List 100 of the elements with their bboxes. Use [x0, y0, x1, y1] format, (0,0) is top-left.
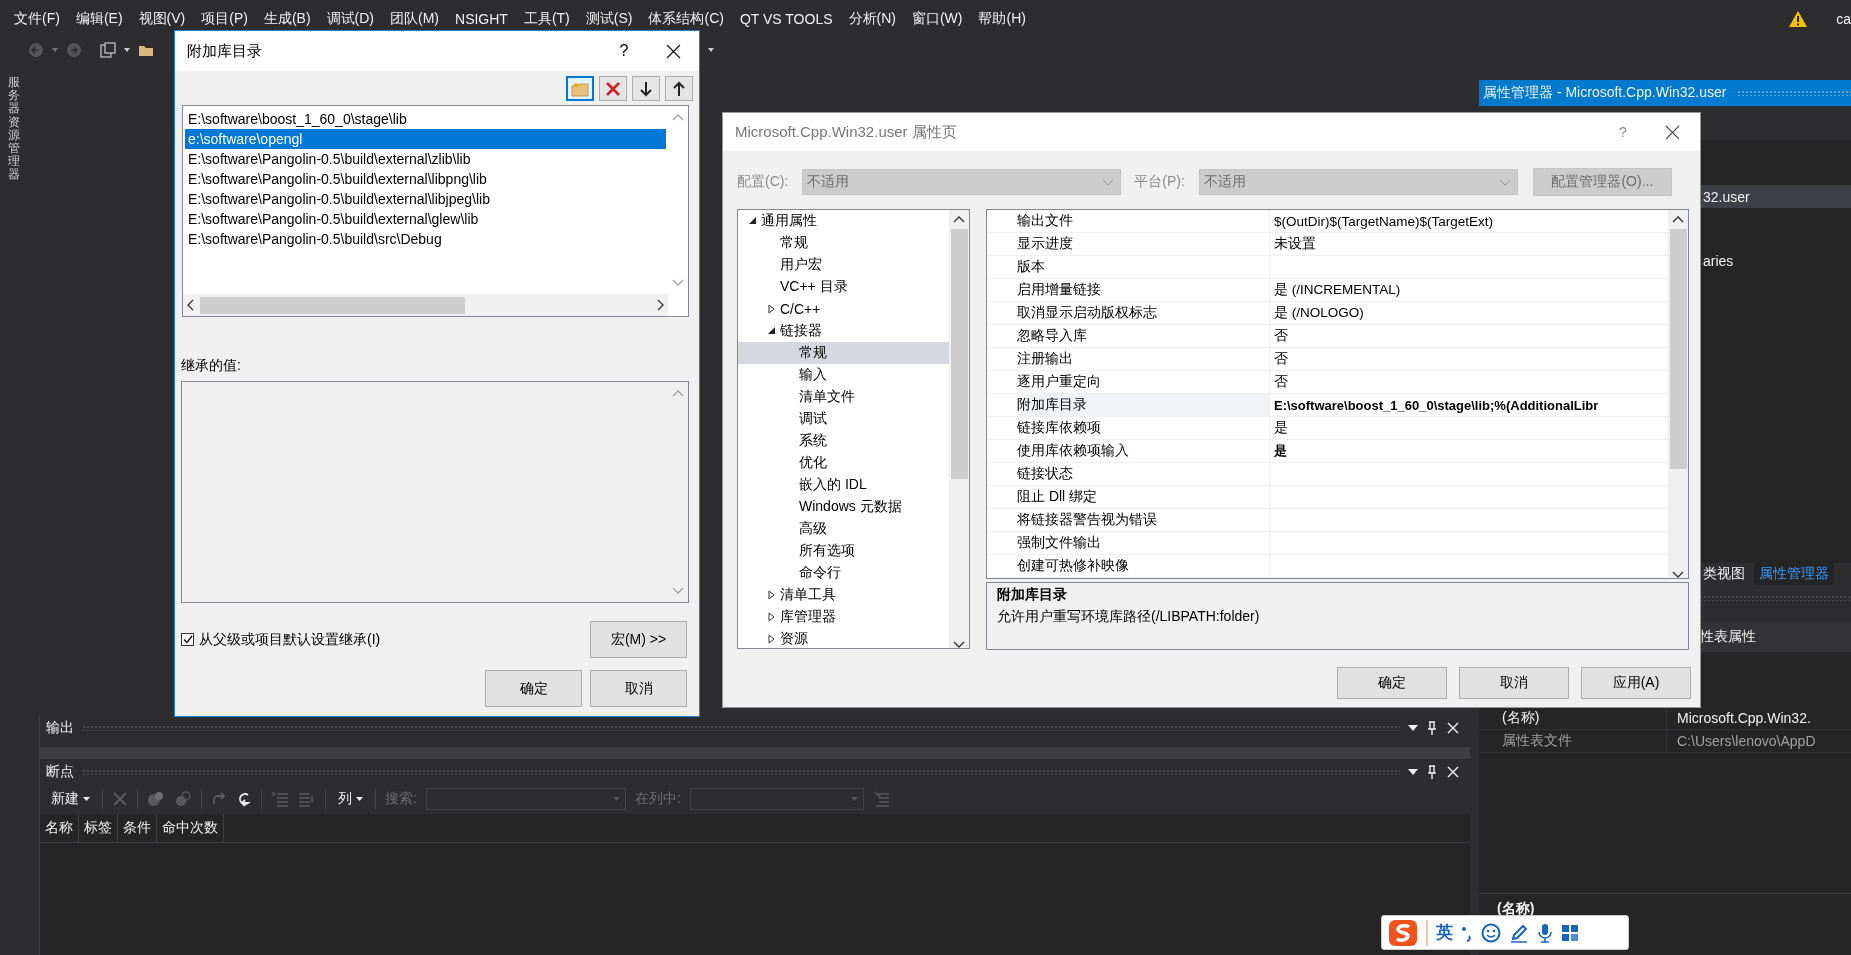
columns-button[interactable]: 列: [335, 790, 366, 808]
property-row[interactable]: 取消显示启动版权标志 是 (/NOLOGO): [987, 302, 1668, 325]
property-row[interactable]: 链接库依赖项 是: [987, 417, 1668, 440]
tree-item[interactable]: 用户宏: [738, 254, 949, 276]
tree-item[interactable]: aries: [1701, 249, 1851, 272]
expanded-arrow-icon[interactable]: [767, 327, 776, 335]
tree-item[interactable]: 输入: [738, 364, 949, 386]
menu-item[interactable]: 团队(M): [383, 10, 446, 28]
account-name[interactable]: ca: [1836, 11, 1851, 27]
toggle-icon[interactable]: [174, 791, 192, 807]
checkbox[interactable]: [181, 633, 194, 646]
directory-entry[interactable]: E:\software\Pangolin-0.5\build\external\libjpeg\lib: [185, 189, 666, 209]
move-up-button[interactable]: [665, 76, 693, 101]
property-row[interactable]: 输出文件 $(OutDir)$(TargetName)$(TargetExt): [987, 210, 1668, 233]
menu-item[interactable]: QT VS TOOLS: [732, 11, 840, 27]
column-header[interactable]: 条件: [118, 814, 157, 842]
new-project-icon[interactable]: [100, 42, 116, 58]
scroll-down-icon[interactable]: [953, 641, 965, 648]
warning-icon[interactable]: [1788, 10, 1809, 28]
server-explorer-tab[interactable]: 服务器资源管理器: [8, 76, 20, 182]
tree-item[interactable]: VC++ 目录: [738, 276, 949, 298]
menu-item[interactable]: NSIGHT: [448, 11, 515, 27]
tree-item[interactable]: 优化: [738, 452, 949, 474]
tree-item[interactable]: 命令行: [738, 562, 949, 584]
directory-entry[interactable]: E:\software\Pangolin-0.5\build\external\libpng\lib: [185, 169, 666, 189]
column-header[interactable]: 命中次数: [157, 814, 224, 842]
property-row[interactable]: 阻止 Dll 绑定: [987, 486, 1668, 509]
menu-item[interactable]: 文件(F): [7, 10, 67, 28]
close-icon[interactable]: [666, 43, 681, 59]
menu-item[interactable]: 生成(B): [256, 10, 318, 28]
scroll-up-icon[interactable]: [1672, 216, 1684, 223]
apply-button[interactable]: 应用(A): [1581, 667, 1691, 699]
scroll-right-icon[interactable]: [657, 299, 664, 311]
dropdown-caret-icon[interactable]: [124, 48, 130, 52]
tree-item[interactable]: 库管理器: [738, 606, 949, 628]
tree-item[interactable]: 链接器: [738, 320, 949, 342]
menu-item[interactable]: 工具(T): [516, 10, 577, 28]
property-row[interactable]: 启用增量链接 是 (/INCREMENTAL): [987, 279, 1668, 302]
dropdown-caret-icon[interactable]: [1408, 768, 1418, 775]
move-down-button[interactable]: [632, 76, 660, 101]
property-row[interactable]: 显示进度 未设置: [987, 233, 1668, 256]
scroll-left-icon[interactable]: [187, 299, 194, 311]
new-line-button[interactable]: [566, 76, 594, 101]
tree-item[interactable]: 高级: [738, 518, 949, 540]
tree-item[interactable]: Windows 元数据: [738, 496, 949, 518]
column-header[interactable]: 标签: [79, 814, 118, 842]
property-row[interactable]: 链接状态: [987, 463, 1668, 486]
vertical-scrollbar[interactable]: [1668, 210, 1688, 578]
disable-all-icon[interactable]: [147, 791, 165, 807]
help-button[interactable]: ?: [1611, 124, 1635, 140]
menu-item[interactable]: 分析(N): [841, 10, 903, 28]
tree-item[interactable]: 常规: [738, 342, 949, 364]
directory-entry[interactable]: e:\software\opengl: [185, 129, 666, 149]
tree-item[interactable]: 清单工具: [738, 584, 949, 606]
delete-line-button[interactable]: [599, 76, 627, 101]
panel-tab[interactable]: 类视图: [1698, 563, 1750, 585]
horizontal-scrollbar[interactable]: [183, 294, 668, 316]
ok-button[interactable]: 确定: [1337, 667, 1447, 699]
close-icon[interactable]: [1665, 124, 1680, 140]
directory-entry[interactable]: E:\software\Pangolin-0.5\build\external\glew\lib: [185, 209, 666, 229]
input-mode-toggle[interactable]: 英: [1436, 921, 1453, 944]
tree-item[interactable]: 32.user: [1701, 185, 1851, 208]
tree-item[interactable]: 调试: [738, 408, 949, 430]
search-field[interactable]: [425, 788, 626, 810]
scroll-up-icon[interactable]: [953, 216, 965, 223]
directory-entry[interactable]: E:\software\Pangolin-0.5\build\external\zlib\lib: [185, 149, 666, 169]
tree-item[interactable]: 嵌入的 IDL: [738, 474, 949, 496]
tree-item[interactable]: C/C++: [738, 298, 949, 320]
collapsed-arrow-icon[interactable]: [768, 634, 775, 644]
menu-item[interactable]: 帮助(H): [971, 10, 1033, 28]
cancel-button[interactable]: 取消: [1459, 667, 1569, 699]
menu-item[interactable]: 调试(D): [319, 10, 381, 28]
scroll-down-icon[interactable]: [1672, 571, 1684, 578]
pin-icon[interactable]: [1426, 764, 1438, 779]
dropdown-caret-icon[interactable]: [708, 48, 714, 52]
expanded-arrow-icon[interactable]: [748, 217, 757, 225]
dropdown-caret-icon[interactable]: [1408, 724, 1418, 731]
property-row[interactable]: 强制文件输出: [987, 532, 1668, 555]
microphone-icon[interactable]: [1537, 922, 1553, 943]
pin-icon[interactable]: [1426, 720, 1438, 735]
collapsed-arrow-icon[interactable]: [768, 590, 775, 600]
menu-item[interactable]: 窗口(W): [904, 10, 970, 28]
cancel-button[interactable]: 取消: [590, 670, 687, 707]
vertical-scrollbar[interactable]: [949, 210, 969, 648]
property-row[interactable]: 将链接器警告视为错误: [987, 509, 1668, 532]
property-row[interactable]: 使用库依赖项输入 是: [987, 440, 1668, 463]
pen-icon[interactable]: [1509, 922, 1529, 943]
tree-item[interactable]: 资源: [738, 628, 949, 648]
tree-item[interactable]: 所有选项: [738, 540, 949, 562]
panel-tab[interactable]: 属性管理器: [1754, 563, 1834, 585]
go-to-source-icon[interactable]: [236, 791, 252, 807]
property-row[interactable]: 版本: [987, 256, 1668, 279]
help-button[interactable]: ?: [610, 42, 638, 60]
grid-icon[interactable]: [1561, 923, 1579, 942]
tree-item[interactable]: 系统: [738, 430, 949, 452]
directory-entry[interactable]: E:\software\boost_1_60_0\stage\lib: [185, 109, 666, 129]
property-row[interactable]: 注册输出 否: [987, 348, 1668, 371]
directory-entry[interactable]: E:\software\Pangolin-0.5\build\src\Debug: [185, 229, 666, 249]
menu-item[interactable]: 项目(P): [194, 10, 255, 28]
tree-item[interactable]: 常规: [738, 232, 949, 254]
